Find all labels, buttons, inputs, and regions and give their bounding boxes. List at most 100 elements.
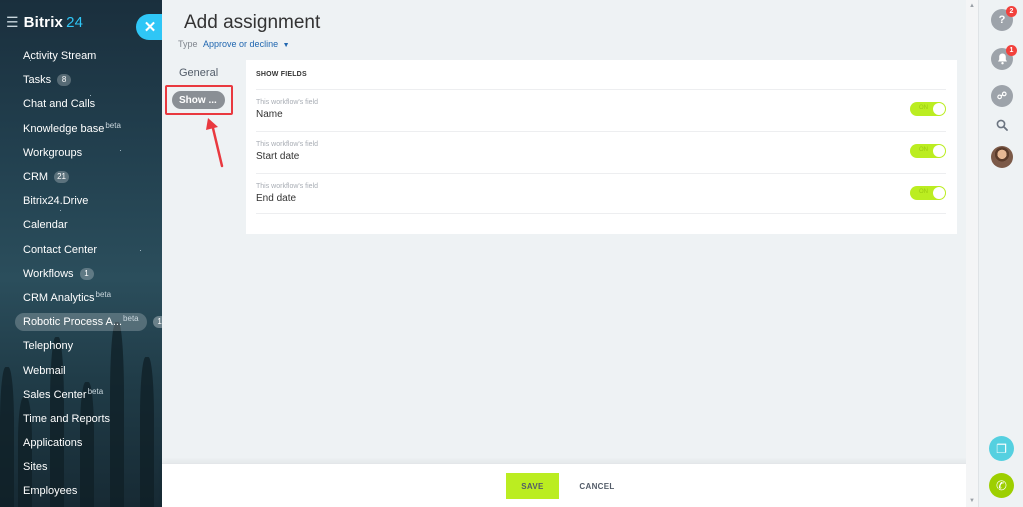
close-slider-button[interactable]: ✕: [136, 14, 162, 40]
beta-label: beta: [123, 313, 139, 323]
toggle-knob: [933, 145, 945, 157]
field-toggle-name[interactable]: ON: [910, 102, 946, 116]
sidebar-item[interactable]: Workflows 1: [0, 262, 162, 286]
type-row: Type Approve or decline ▼: [178, 39, 290, 49]
sidebar-item-wrap: Tasks: [23, 74, 51, 86]
type-selector-link[interactable]: Approve or decline: [203, 39, 278, 49]
sidebar-item[interactable]: Tasks 8: [0, 68, 162, 92]
active-item-pill: Robotic Process A... beta: [15, 313, 147, 332]
highlight-frame: [165, 85, 233, 115]
chevron-down-icon[interactable]: ▼: [283, 42, 290, 49]
sidebar-item[interactable]: Employees: [0, 479, 162, 503]
field-row: This workflow's field End date ON: [256, 173, 946, 215]
divider: [256, 213, 946, 214]
logo-number: 24: [66, 13, 84, 31]
sidebar-item-label: CRM Analytics: [23, 291, 95, 304]
scroll-down-icon[interactable]: ▼: [969, 498, 975, 504]
beta-label: beta: [95, 289, 112, 299]
sidebar-item-label: Knowledge base: [23, 122, 105, 135]
sidebar-item[interactable]: Webmail: [0, 358, 162, 382]
field-caption: This workflow's field: [256, 141, 319, 148]
left-sidebar: ☰ Bitrix 24 Activity Stream Tasks 8 Chat and…: [0, 0, 162, 507]
sidebar-item-wrap: Sales Centerbeta: [23, 386, 104, 401]
help-button[interactable]: ? 2: [991, 6, 1017, 31]
question-icon: ?: [998, 14, 1006, 26]
sidebar-item[interactable]: Bitrix24.Drive: [0, 189, 162, 213]
sidebar-item-wrap: CRM: [23, 171, 48, 183]
notifications-button[interactable]: 1: [991, 45, 1017, 70]
sidebar-item[interactable]: Telephony: [0, 334, 162, 358]
field-row: This workflow's field Start date ON: [256, 131, 946, 173]
sidebar-item[interactable]: CRM 21: [0, 165, 162, 189]
sidebar-item[interactable]: Knowledge basebeta: [0, 117, 162, 141]
sidebar-item-wrap: Employees: [23, 485, 77, 497]
sidebar-item-label: CRM: [23, 171, 49, 184]
add-assignment-panel: Add assignment Type Approve or decline ▼…: [162, 0, 978, 507]
menu-burger-icon[interactable]: ☰: [6, 15, 19, 29]
toggle-state-label: ON: [919, 105, 928, 111]
messenger-button[interactable]: ☍: [991, 85, 1013, 107]
show-fields-card: SHOW FIELDS This workflow's field Name O…: [246, 60, 957, 234]
sidebar-item-label: Tasks: [23, 74, 52, 87]
tab-general[interactable]: General: [179, 67, 218, 79]
vertical-scrollbar[interactable]: ▲ ▼: [966, 0, 978, 507]
sidebar-item-wrap: Calendar: [23, 219, 68, 231]
field-name: End date: [256, 193, 297, 204]
sidebar-item-wrap: Telephony: [23, 340, 73, 352]
sidebar-item[interactable]: Chat and Calls: [0, 92, 162, 116]
phone-icon: ✆: [996, 477, 1007, 493]
help-badge: 2: [1006, 6, 1017, 17]
sidebar-item-label: Applications: [23, 437, 83, 450]
save-button[interactable]: SAVE: [506, 473, 559, 499]
sidebar-item-label: Chat and Calls: [23, 98, 96, 111]
toggle-knob: [933, 187, 945, 199]
sidebar-item[interactable]: Workgroups: [0, 141, 162, 165]
sidebar-item[interactable]: Contact Center: [0, 238, 162, 262]
sidebar-item-label: Time and Reports: [23, 412, 111, 425]
sidebar-item-label: Employees: [23, 485, 78, 498]
sidebar-item-label: Robotic Process A...: [23, 316, 123, 329]
beta-label: beta: [105, 120, 121, 130]
documents-button[interactable]: ❐: [989, 436, 1014, 461]
field-toggle-start-date[interactable]: ON: [910, 144, 946, 158]
counter-badge: 8: [57, 74, 72, 87]
type-label: Type: [178, 39, 198, 49]
sidebar-item-wrap: Webmail: [23, 365, 66, 377]
bell-icon: [997, 53, 1007, 65]
document-icon: ❐: [996, 441, 1007, 456]
logo-name: Bitrix: [23, 13, 64, 31]
toggle-knob: [933, 103, 945, 115]
sidebar-item[interactable]: Sales Centerbeta: [0, 383, 162, 407]
bitrix24-logo[interactable]: Bitrix 24: [24, 14, 84, 31]
sidebar-item-wrap: Workflows: [23, 268, 74, 280]
sidebar-item-label: Telephony: [23, 340, 74, 353]
field-name: Start date: [256, 151, 300, 162]
scroll-up-icon[interactable]: ▲: [969, 3, 975, 9]
sidebar-item-wrap: CRM Analyticsbeta: [23, 289, 112, 304]
user-avatar[interactable]: [991, 146, 1013, 168]
cancel-button[interactable]: CANCEL: [576, 473, 618, 499]
field-toggle-end-date[interactable]: ON: [910, 186, 946, 200]
field-row: This workflow's field Name ON: [256, 89, 946, 131]
chat-icon: ☍: [996, 90, 1008, 102]
sidebar-item[interactable]: Activity Stream: [0, 44, 162, 68]
sidebar-item[interactable]: Robotic Process A... beta 1: [0, 310, 162, 334]
sidebar-item[interactable]: Sites: [0, 455, 162, 479]
sidebar-item-wrap: Workgroups: [23, 147, 82, 159]
search-button[interactable]: [991, 114, 1013, 136]
sidebar-item[interactable]: Time and Reports: [0, 407, 162, 431]
sidebar-item-wrap: Contact Center: [23, 244, 97, 256]
sidebar-item[interactable]: Calendar: [0, 213, 162, 237]
toggle-state-label: ON: [919, 189, 928, 195]
telephony-button[interactable]: ✆: [989, 473, 1014, 498]
beta-label: beta: [87, 386, 104, 396]
sidebar-item-label: Workgroups: [23, 146, 83, 159]
sidebar-item[interactable]: CRM Analyticsbeta: [0, 286, 162, 310]
sidebar-item-wrap: Bitrix24.Drive: [23, 195, 88, 207]
sidebar-item-wrap: Knowledge basebeta: [23, 120, 121, 135]
pointer-arrow-icon: [206, 118, 224, 168]
toggle-state-label: ON: [919, 147, 928, 153]
sidebar-item[interactable]: Applications: [0, 431, 162, 455]
counter-badge: 1: [152, 316, 162, 329]
field-caption: This workflow's field: [256, 183, 319, 190]
